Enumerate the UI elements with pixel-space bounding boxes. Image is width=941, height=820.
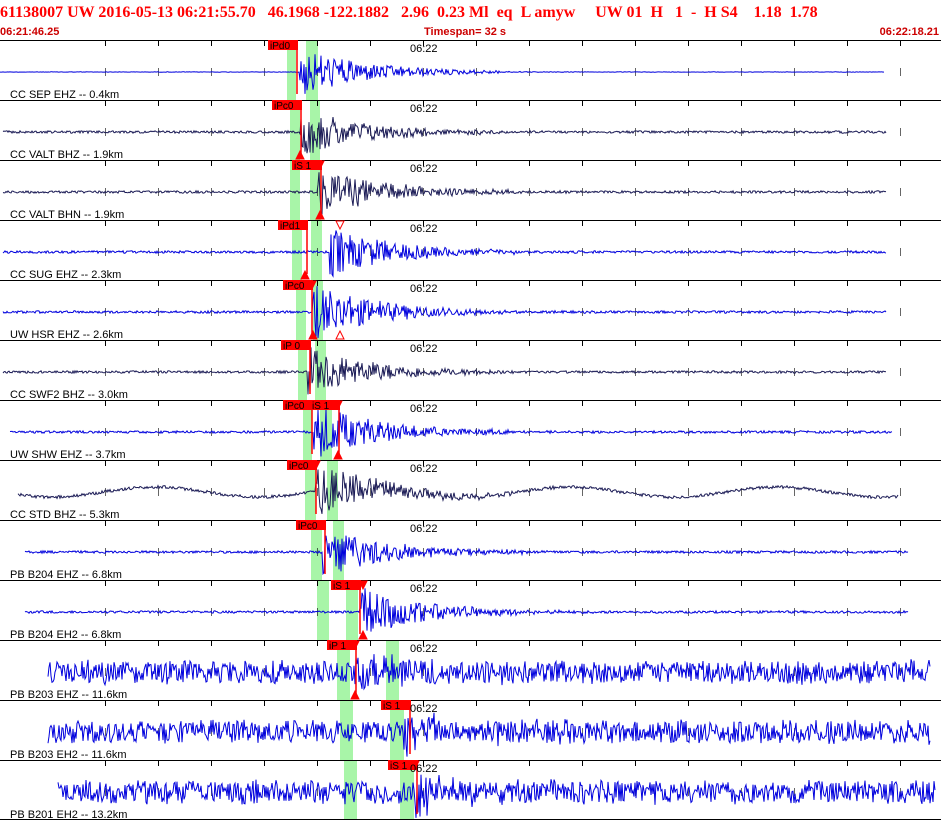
trace-row[interactable]: iPc0 06:22 CC STD BHZ -- 5.3km — [0, 460, 941, 521]
phase-window — [311, 220, 322, 280]
trace-row[interactable]: iPd1 06:22 CC SUG EHZ -- 2.3km — [0, 220, 941, 281]
station-label: CC SEP EHZ -- 0.4km — [10, 89, 119, 101]
time-marker-label: 06:22 — [410, 43, 438, 55]
trace-row[interactable]: iPc0 iS 1 06:22 UW SHW EHZ -- 3.7km — [0, 400, 941, 461]
pick-label: iS 1 — [383, 701, 401, 712]
station-label: PB B203 EHZ -- 11.6km — [10, 689, 127, 701]
pick-label: iP 1 — [329, 641, 346, 652]
station-label: PB B204 EHZ -- 6.8km — [10, 569, 122, 581]
time-marker-label: 06:22 — [410, 403, 438, 415]
event-info-line: 61138007 UW 2016-05-13 06:21:55.70 46.19… — [0, 0, 941, 26]
trace-row[interactable]: iPc0 06:22 CC VALT BHZ -- 1.9km — [0, 100, 941, 161]
waveform — [17, 469, 899, 514]
station-label: PB B204 EH2 -- 6.8km — [10, 629, 121, 641]
time-marker-label: 06:22 — [410, 523, 438, 535]
station-label: PB B201 EH2 -- 13.2km — [10, 809, 127, 820]
trace-row[interactable]: iS 1 06:22 PB B204 EH2 -- 6.8km — [0, 580, 941, 641]
seismogram-panel[interactable]: iPd0 06:22 CC SEP EHZ -- 0.4km iPc0 06:22 CC … — [0, 40, 941, 820]
trace-row[interactable]: iS 1 06:22 PB B203 EH2 -- 11.6km — [0, 700, 941, 761]
trace-row[interactable]: iS 1 06:22 CC VALT BHN -- 1.9km — [0, 160, 941, 221]
end-time-label: 06:22:18.21 — [879, 26, 939, 38]
pick-marker — [333, 449, 343, 460]
pick-marker — [335, 329, 345, 340]
time-marker-label: 06:22 — [410, 283, 438, 295]
station-label: CC SUG EHZ -- 2.3km — [10, 269, 121, 281]
trace-row[interactable]: iP 0 06:22 CC SWF2 BHZ -- 3.0km — [0, 340, 941, 401]
pick-marker — [300, 269, 310, 280]
time-marker-label: 06:22 — [410, 163, 438, 175]
waveform — [24, 535, 909, 576]
time-marker-label: 06:22 — [410, 583, 438, 595]
trace-row[interactable]: iP 1 06:22 PB B203 EHZ -- 11.6km — [0, 640, 941, 701]
waveform — [0, 54, 885, 94]
waveform — [47, 712, 931, 757]
trace-row[interactable]: iPc0 06:22 UW HSR EHZ -- 2.6km — [0, 280, 941, 341]
station-label: CC STD BHZ -- 5.3km — [10, 509, 119, 521]
trace-row[interactable]: iPd0 06:22 CC SEP EHZ -- 0.4km — [0, 40, 941, 101]
trace-row[interactable]: iS 1 06:22 PB B201 EH2 -- 13.2km — [0, 760, 941, 820]
time-marker-label: 06:22 — [410, 343, 438, 355]
pick-label: iS 1 — [333, 581, 351, 592]
waveform — [2, 172, 887, 215]
time-marker-label: 06:22 — [410, 103, 438, 115]
time-marker-label: 06:22 — [410, 643, 438, 655]
pick-label: iS 1 — [294, 161, 312, 172]
station-label: CC SWF2 BHZ -- 3.0km — [10, 389, 128, 401]
pick-label: iPc0 — [285, 281, 305, 292]
station-label: CC VALT BHZ -- 1.9km — [10, 149, 123, 161]
waveform — [24, 588, 909, 632]
trace-row[interactable]: iPc0 06:22 PB B204 EHZ -- 6.8km — [0, 520, 941, 581]
pick-marker — [335, 220, 345, 231]
pick-marker — [350, 689, 360, 700]
time-marker-label: 06:22 — [410, 763, 438, 775]
pick-label: iPc0 — [274, 101, 294, 112]
waveform — [57, 774, 936, 818]
station-label: CC VALT BHN -- 1.9km — [10, 209, 124, 221]
timespan-label: Timespan= 32 s — [424, 26, 507, 38]
station-label: UW SHW EHZ -- 3.7km — [10, 449, 126, 461]
time-axis-header: 06:21:46.25 Timespan= 32 s 06:22:18.21 — [0, 26, 941, 40]
time-marker-label: 06:22 — [410, 223, 438, 235]
waveform — [47, 654, 931, 691]
phase-window — [317, 580, 329, 640]
station-label: UW HSR EHZ -- 2.6km — [10, 329, 123, 341]
pick-label: iS 1 — [390, 761, 408, 772]
pick-label: iPc0 — [289, 461, 309, 472]
pick-label: iPc0 — [285, 401, 305, 412]
waveform — [9, 409, 893, 457]
start-time-label: 06:21:46.25 — [0, 26, 60, 38]
station-label: PB B203 EH2 -- 11.6km — [10, 749, 127, 761]
pick-label: iPd0 — [270, 41, 290, 52]
time-marker-label: 06:22 — [410, 463, 438, 475]
waveform — [2, 117, 887, 154]
pick-label: iPd1 — [280, 221, 300, 232]
waveform — [2, 230, 887, 278]
time-marker-label: 06:22 — [410, 703, 438, 715]
waveform — [2, 347, 887, 395]
pick-label: iPc0 — [298, 521, 318, 532]
waveform — [2, 286, 887, 339]
pick-label: iP 0 — [283, 341, 300, 352]
pick-label: iS 1 — [312, 401, 330, 412]
